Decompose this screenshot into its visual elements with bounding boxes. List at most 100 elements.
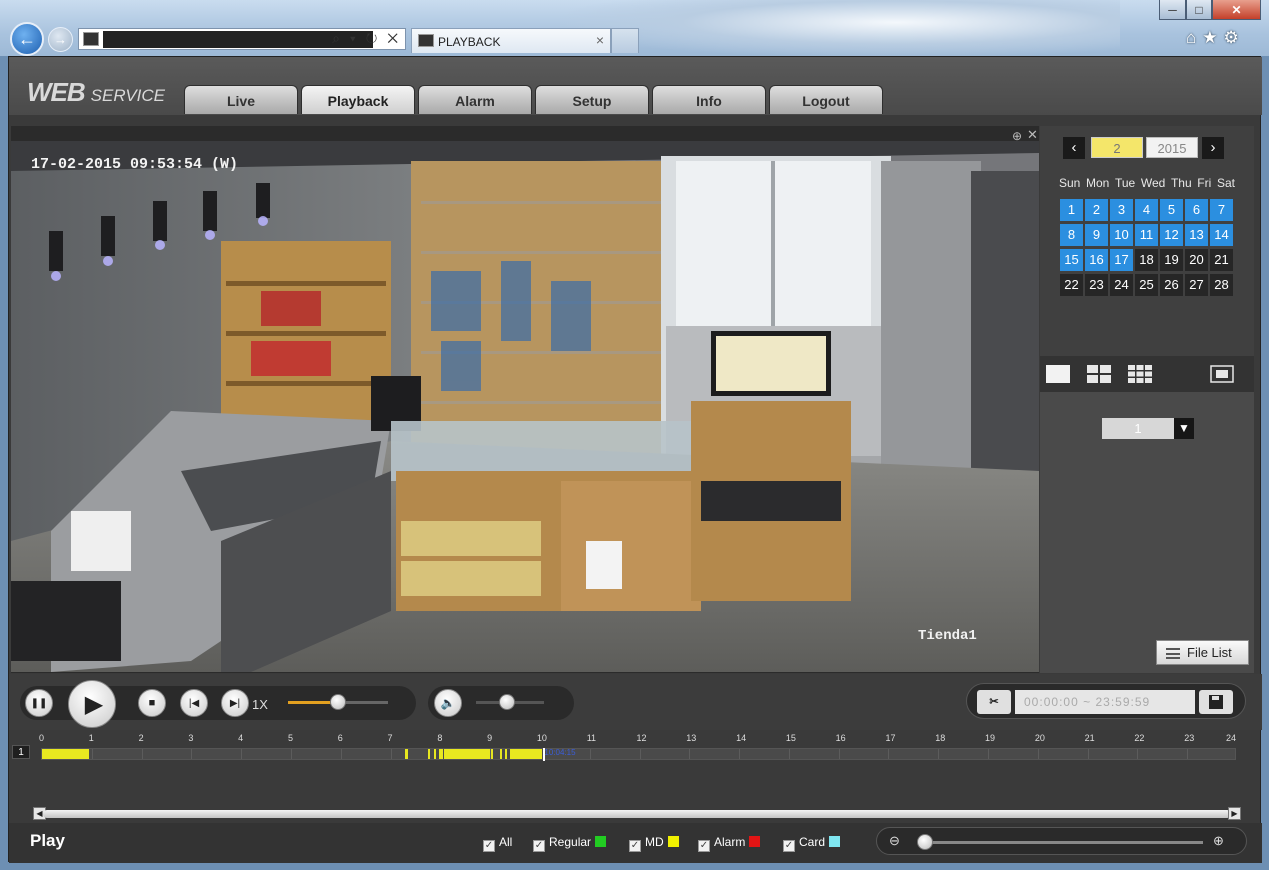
video-frame[interactable]: 17-02-2015 09:53:54 (W) Tienda1 [11, 141, 1039, 672]
calendar-day[interactable]: 28 [1210, 274, 1233, 296]
close-window-button[interactable]: ✕ [1212, 0, 1261, 20]
volume-slider[interactable] [476, 694, 544, 710]
clip-icon[interactable]: ✂ [977, 690, 1011, 714]
checkbox-icon[interactable]: ✓ [533, 840, 545, 852]
scrollbar-thumb[interactable] [43, 810, 1231, 818]
next-month-button[interactable]: › [1202, 137, 1224, 159]
filter-all[interactable]: ✓ All [483, 835, 512, 852]
speed-slider[interactable] [288, 694, 388, 710]
calendar-day[interactable]: 14 [1210, 224, 1233, 246]
timeline-track[interactable]: 10:04:15 [41, 748, 1236, 761]
year-field[interactable]: 2015 [1146, 137, 1198, 158]
play-button[interactable]: ▶ [68, 680, 116, 728]
checkbox-icon[interactable]: ✓ [629, 840, 641, 852]
channel-select[interactable]: 1 ▼ [1102, 418, 1194, 439]
star-icon[interactable]: ★ [1202, 28, 1223, 47]
pause-button[interactable]: ❚❚ [25, 689, 53, 717]
volume-slider-knob[interactable] [498, 694, 515, 710]
mute-button[interactable]: 🔈 [434, 689, 462, 717]
checkbox-icon[interactable]: ✓ [783, 840, 795, 852]
calendar-day[interactable]: 21 [1210, 249, 1233, 271]
clip-end-minute[interactable]: 59 [1115, 695, 1130, 709]
tab-playback[interactable]: Playback [301, 85, 415, 114]
slow-button[interactable]: |◀ [180, 689, 208, 717]
tab-info[interactable]: Info [652, 85, 766, 114]
record-segment[interactable] [444, 749, 491, 759]
clip-start-hour[interactable]: 00 [1024, 695, 1039, 709]
calendar-day[interactable]: 24 [1110, 274, 1133, 296]
clip-time-range[interactable]: 00:00:00 ~ 23:59:59 [1015, 690, 1195, 714]
calendar-day[interactable]: 6 [1185, 199, 1208, 221]
scroll-right-icon[interactable]: ▶ [1228, 807, 1241, 820]
calendar-day[interactable]: 16 [1085, 249, 1108, 271]
speed-slider-knob[interactable] [330, 694, 346, 710]
clip-end-second[interactable]: 59 [1135, 695, 1150, 709]
zoom-slider-knob[interactable] [917, 834, 933, 850]
prev-month-button[interactable]: ‹ [1063, 137, 1085, 159]
calendar-day[interactable]: 8 [1060, 224, 1083, 246]
month-field[interactable]: 2 [1091, 137, 1143, 158]
record-segment[interactable] [405, 749, 409, 759]
calendar-day[interactable]: 12 [1160, 224, 1183, 246]
record-segment[interactable] [42, 749, 90, 759]
record-segment[interactable] [427, 749, 431, 759]
calendar-day[interactable]: 5 [1160, 199, 1183, 221]
fullscreen-icon[interactable] [1210, 365, 1234, 383]
clip-start-minute[interactable]: 00 [1044, 695, 1059, 709]
filter-card[interactable]: ✓ Card [783, 835, 841, 852]
filter-regular[interactable]: ✓ Regular [533, 835, 607, 852]
split-9-icon[interactable] [1128, 365, 1152, 383]
calendar-day[interactable]: 4 [1135, 199, 1158, 221]
calendar-day[interactable]: 25 [1135, 274, 1158, 296]
tab-setup[interactable]: Setup [535, 85, 649, 114]
record-segment[interactable] [491, 749, 494, 759]
calendar-day[interactable]: 22 [1060, 274, 1083, 296]
calendar-day[interactable]: 19 [1160, 249, 1183, 271]
calendar-day[interactable]: 20 [1185, 249, 1208, 271]
address-controls[interactable]: ⌕ ▾ ↻ ✕ [332, 30, 401, 47]
new-tab-button[interactable] [611, 28, 639, 53]
record-segment[interactable] [510, 749, 543, 759]
save-icon[interactable] [1199, 690, 1233, 714]
zoom-in-icon[interactable]: ⊕ [1213, 833, 1224, 849]
calendar-day[interactable]: 2 [1085, 199, 1108, 221]
record-segment[interactable] [434, 749, 437, 759]
file-list-button[interactable]: File List [1156, 640, 1249, 665]
record-segment[interactable] [438, 749, 443, 759]
checkbox-icon[interactable]: ✓ [698, 840, 710, 852]
calendar-day[interactable]: 9 [1085, 224, 1108, 246]
filter-alarm[interactable]: ✓ Alarm [698, 835, 761, 852]
clip-start-second[interactable]: 00 [1063, 695, 1078, 709]
minimize-button[interactable]: ─ [1159, 0, 1186, 20]
stop-button[interactable]: ■ [138, 689, 166, 717]
tab-close-icon[interactable]: × [596, 32, 604, 48]
checkbox-icon[interactable]: ✓ [483, 840, 495, 852]
split-1-icon[interactable] [1046, 365, 1070, 383]
browser-tab[interactable]: PLAYBACK × [411, 28, 611, 53]
fast-button[interactable]: ▶| [221, 689, 249, 717]
maximize-button[interactable]: □ [1186, 0, 1212, 20]
timeline-scrollbar[interactable]: ◀ ▶ [33, 807, 1241, 820]
tab-logout[interactable]: Logout [769, 85, 883, 114]
calendar-day[interactable]: 26 [1160, 274, 1183, 296]
calendar-day[interactable]: 11 [1135, 224, 1158, 246]
home-icon[interactable]: ⌂ [1186, 28, 1202, 47]
calendar-day[interactable]: 10 [1110, 224, 1133, 246]
calendar-day[interactable]: 7 [1210, 199, 1233, 221]
tab-live[interactable]: Live [184, 85, 298, 114]
tab-alarm[interactable]: Alarm [418, 85, 532, 114]
calendar-day[interactable]: 27 [1185, 274, 1208, 296]
calendar-day[interactable]: 15 [1060, 249, 1083, 271]
calendar-day[interactable]: 18 [1135, 249, 1158, 271]
record-segment[interactable] [505, 749, 508, 759]
clip-end-hour[interactable]: 23 [1095, 695, 1110, 709]
record-segment[interactable] [500, 749, 503, 759]
forward-button[interactable]: → [48, 27, 73, 52]
calendar-day[interactable]: 23 [1085, 274, 1108, 296]
calendar-day[interactable]: 13 [1185, 224, 1208, 246]
calendar-day[interactable]: 3 [1110, 199, 1133, 221]
chevron-down-icon[interactable]: ▼ [1174, 418, 1194, 439]
zoom-out-icon[interactable]: ⊖ [889, 833, 900, 849]
split-4-icon[interactable] [1087, 365, 1111, 383]
calendar-day[interactable]: 1 [1060, 199, 1083, 221]
